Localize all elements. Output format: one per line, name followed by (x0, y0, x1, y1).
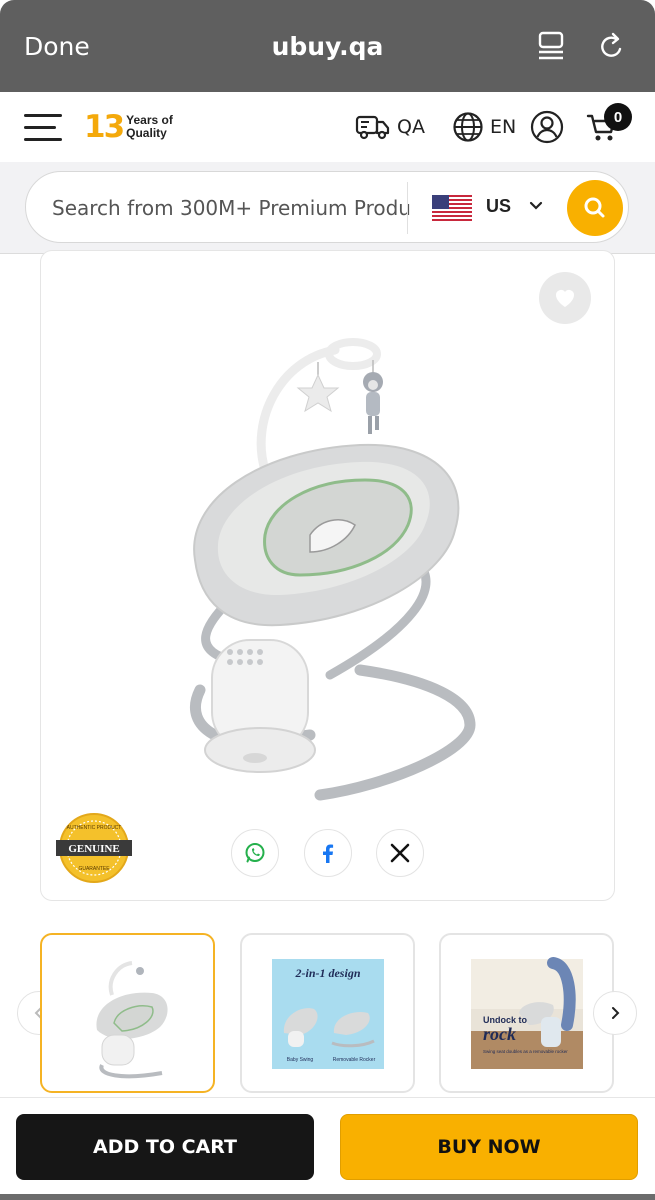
genuine-badge: GENUINE AUTHENTIC PRODUCT GUARANTEE (56, 813, 132, 883)
svg-text:2-in-1 design: 2-in-1 design (294, 966, 360, 980)
logo-text: Years of Quality (126, 113, 173, 140)
svg-text:AUTHENTIC PRODUCT: AUTHENTIC PRODUCT (67, 825, 122, 831)
svg-text:GENUINE: GENUINE (68, 843, 119, 855)
heart-icon (556, 290, 574, 307)
menu-icon[interactable] (24, 114, 62, 142)
cart-count-badge: 0 (604, 103, 632, 131)
ship-to-selector[interactable]: QA (355, 110, 425, 144)
search-input[interactable] (52, 192, 412, 224)
browser-toolbar: Done ubuy.qa (0, 0, 655, 92)
share-x-button[interactable] (376, 829, 424, 877)
svg-text:Removable Rocker: Removable Rocker (333, 1057, 376, 1063)
thumbnail-2-image: 2-in-1 design Baby Swing Removable Rocke… (272, 959, 384, 1069)
search-bar-area: US (0, 162, 655, 254)
thumbnail-2[interactable]: 2-in-1 design Baby Swing Removable Rocke… (240, 933, 415, 1093)
search-button[interactable] (567, 180, 623, 236)
thumbnail-next-button[interactable] (593, 991, 637, 1035)
whatsapp-icon (245, 843, 265, 863)
home-indicator (0, 1194, 655, 1200)
svg-text:Baby Swing: Baby Swing (287, 1057, 314, 1063)
share-whatsapp-button[interactable] (231, 829, 279, 877)
reload-icon[interactable] (596, 30, 628, 64)
truck-icon (355, 115, 390, 140)
svg-text:GUARANTEE: GUARANTEE (78, 866, 110, 872)
chevron-right-icon (612, 1007, 620, 1019)
country-label[interactable]: US (486, 196, 511, 217)
ship-to-label: QA (397, 116, 425, 138)
wishlist-button[interactable] (539, 272, 591, 324)
logo-number: 13 (84, 109, 125, 145)
language-selector[interactable]: EN (452, 110, 516, 144)
search-box: US (25, 171, 629, 243)
facebook-icon (323, 844, 334, 863)
reader-mode-icon[interactable] (536, 30, 568, 64)
us-flag-icon[interactable] (432, 195, 472, 221)
thumbnail-1-image (96, 961, 168, 1079)
search-divider (407, 182, 408, 234)
chevron-down-icon[interactable] (528, 198, 544, 214)
svg-text:rock: rock (483, 1024, 516, 1044)
search-icon (584, 197, 605, 218)
globe-icon (453, 112, 483, 142)
bottom-action-bar: ADD TO CART BUY NOW (0, 1097, 655, 1200)
thumbnail-3[interactable]: Undock to rock Swing seat doubles as a r… (439, 933, 614, 1093)
thumbnail-3-image: Undock to rock Swing seat doubles as a r… (471, 957, 583, 1069)
product-image[interactable] (170, 330, 490, 810)
user-icon (530, 110, 564, 144)
svg-text:Swing seat doubles as a remova: Swing seat doubles as a removable rocker (483, 1049, 568, 1054)
site-header: 13 Years of Quality QA EN (0, 92, 655, 162)
account-button[interactable] (530, 110, 564, 144)
buy-now-button[interactable]: BUY NOW (340, 1114, 638, 1180)
share-facebook-button[interactable] (304, 829, 352, 877)
site-logo[interactable]: 13 Years of Quality (84, 98, 176, 156)
x-icon (390, 843, 410, 863)
add-to-cart-button[interactable]: ADD TO CART (16, 1114, 314, 1180)
thumbnail-1[interactable] (40, 933, 215, 1093)
language-label: EN (490, 116, 517, 138)
